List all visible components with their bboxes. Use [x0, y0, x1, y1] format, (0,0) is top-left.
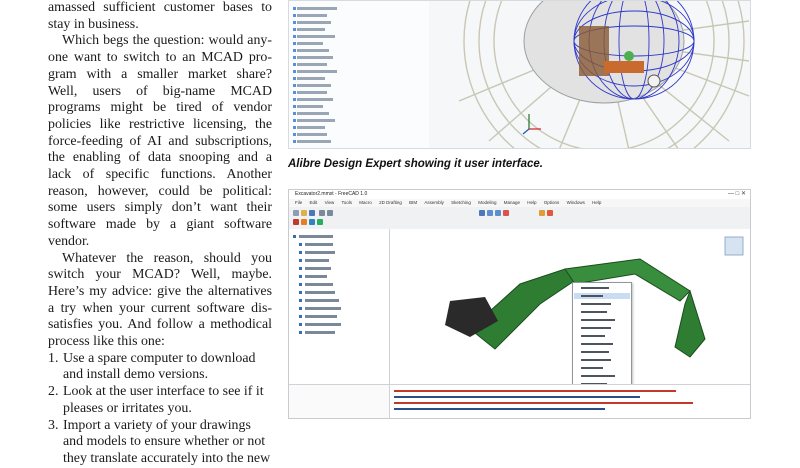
list-item: 2. Look at the user interface to see if … — [48, 384, 272, 417]
new-icon[interactable] — [293, 210, 299, 216]
joint-icon[interactable] — [301, 219, 307, 225]
freecad-screenshot: Excavator2.mmst - FreeCAD 1.0 — □ ✕ File… — [288, 189, 751, 419]
list-item: 1. Use a spare computer to download and … — [48, 351, 272, 384]
list-text: Use a spare computer to download and ins… — [63, 350, 256, 383]
excavator-arm-model — [445, 236, 744, 358]
property-panel — [289, 384, 390, 418]
view-top-icon[interactable] — [495, 210, 501, 216]
menu-item[interactable]: BIM — [409, 200, 417, 205]
paragraph-1: amassed sufficient customer bases to sta… — [48, 0, 272, 32]
window-title: Excavator2.mmst - FreeCAD 1.0 — [295, 191, 368, 197]
menu-item[interactable]: 2D Drafting — [379, 200, 402, 205]
toolbar — [289, 207, 750, 230]
list-text: Import a variety of your drawings and mo… — [63, 417, 271, 466]
part-icon[interactable] — [539, 210, 545, 216]
menu-item[interactable]: Help — [527, 200, 536, 205]
list-number: 3. — [48, 417, 59, 433]
alibre-screenshot — [288, 0, 751, 149]
menu-item[interactable]: Manage — [504, 200, 520, 205]
figure-caption: Alibre Design Expert showing it user int… — [288, 158, 543, 170]
undo-icon[interactable] — [319, 210, 325, 216]
article-text-column: amassed sufficient customer bases to sta… — [48, 0, 272, 468]
menu-item[interactable]: Assembly — [424, 200, 444, 205]
menu-item[interactable]: Edit — [310, 200, 318, 205]
list-text: Look at the user interface to see if it … — [63, 384, 264, 416]
assembly-icon[interactable] — [293, 219, 299, 225]
list-item: 3. Import a variety of your drawings and… — [48, 418, 272, 468]
menu-bar: File Edit View Tools Macro 2D Drafting B… — [289, 199, 750, 207]
menu-item[interactable]: Help — [592, 200, 601, 205]
menu-item[interactable]: Options — [544, 200, 560, 205]
sketch-icon[interactable] — [547, 210, 553, 216]
menu-item[interactable]: Macro — [359, 200, 372, 205]
3d-viewport[interactable] — [390, 229, 750, 416]
paragraph-2: Which begs the question: would any-one w… — [48, 33, 272, 249]
save-icon[interactable] — [309, 210, 315, 216]
design-explorer-tree — [289, 1, 430, 148]
measure-icon[interactable] — [503, 210, 509, 216]
solver-icon[interactable] — [317, 219, 323, 225]
menu-item[interactable]: Tools — [342, 200, 353, 205]
paragraph-3: Whatever the reason, should you switch y… — [48, 250, 272, 350]
redo-icon[interactable] — [327, 210, 333, 216]
view-front-icon[interactable] — [487, 210, 493, 216]
fan-model-viewport — [429, 1, 750, 148]
menu-item[interactable]: Windows — [567, 200, 585, 205]
menu-item[interactable]: File — [295, 200, 302, 205]
window-controls[interactable]: — □ ✕ — [728, 191, 746, 198]
list-number: 2. — [48, 384, 59, 400]
menu-item[interactable]: View — [325, 200, 335, 205]
open-icon[interactable] — [301, 210, 307, 216]
menu-item[interactable]: Modeling — [478, 200, 496, 205]
menu-item[interactable]: Sketching — [451, 200, 471, 205]
steps-list: 1. Use a spare computer to download and … — [48, 351, 272, 468]
constraint-icon[interactable] — [309, 219, 315, 225]
view-cube-icon[interactable] — [479, 210, 485, 216]
list-number: 1. — [48, 350, 59, 366]
model-tree — [289, 229, 390, 384]
report-view — [390, 384, 750, 418]
